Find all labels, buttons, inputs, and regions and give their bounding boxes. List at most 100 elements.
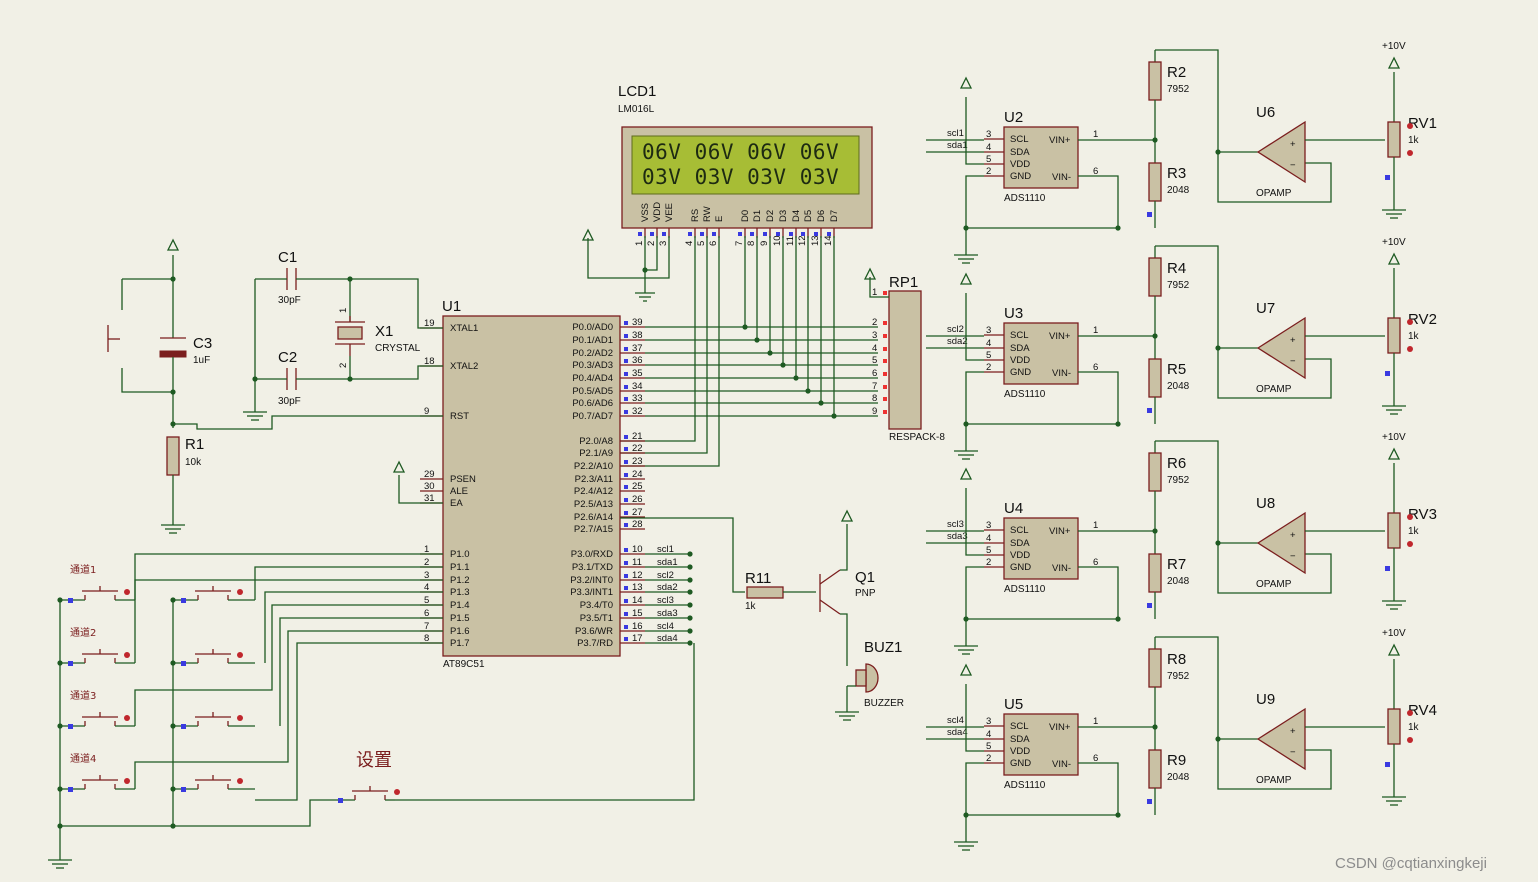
net-junction — [687, 577, 693, 583]
mcu-pin-label: P2.0/A8 — [579, 436, 613, 447]
adc-pin-label: VIN- — [1052, 172, 1071, 183]
adc-net-sda: sda3 — [947, 531, 968, 542]
lcd-pin-number: 5 — [696, 241, 707, 246]
pot-ref: RV2 — [1408, 311, 1437, 328]
lcd-pin-number: 1 — [634, 241, 645, 246]
adc-pin-label: VIN+ — [1049, 135, 1071, 146]
pin-marker — [68, 724, 73, 729]
pin-marker — [1385, 371, 1390, 376]
mcu-pin-number: 11 — [632, 557, 642, 568]
adc-pin-number: 4 — [986, 142, 991, 153]
adc-net-scl: scl2 — [947, 324, 964, 335]
lcd-wiring — [581, 228, 835, 467]
net-junction — [687, 615, 693, 621]
mcu-pin-number: 36 — [632, 355, 643, 366]
adc-channel-2[interactable]: U3ADS1110SCL3SDA4VDD5GND2VIN+VIN-16scl2s… — [926, 237, 1437, 460]
lcd-line-2: 03V 03V 03V 03V — [642, 165, 839, 189]
q1-ref: Q1 — [855, 569, 875, 586]
opamp-minus-sign: − — [1290, 747, 1296, 758]
junction — [1152, 528, 1158, 534]
adc-channel-1[interactable]: U2ADS1110SCL3SDA4VDD5GND2VIN+VIN-16scl1s… — [926, 41, 1437, 264]
pin-marker — [883, 410, 887, 414]
rp1-pin-number: 5 — [872, 355, 877, 366]
pin-marker — [624, 473, 628, 477]
supply-label: +10V — [1382, 41, 1406, 52]
adc-channel-3[interactable]: U4 ADS1110 SCL 3 SDA 4 VDD 5 GND 2 VIN+ VIN- 1 6 scl3s… — [926, 432, 1437, 655]
pin-marker — [883, 321, 887, 325]
adc-net-scl: scl3 — [947, 519, 964, 530]
pin-marker — [624, 410, 628, 414]
mcu-pin-number: 10 — [632, 544, 643, 555]
lcd-pin-label: D5 — [803, 210, 814, 222]
mcu-pin-number: 25 — [632, 481, 643, 492]
wire — [965, 293, 984, 361]
lcd-line-1: 06V 06V 06V 06V — [642, 140, 839, 164]
r-top-value: 7952 — [1167, 84, 1190, 95]
lcd-pin-number: 7 — [734, 241, 745, 246]
respack-rp1[interactable]: RP1 RESPACK-8 1 2 3 45 6 78 9 — [863, 267, 945, 443]
pin-marker — [124, 652, 130, 658]
pin-marker — [237, 778, 243, 784]
mcu-ref: U1 — [442, 298, 461, 315]
opamp-ref: U8 — [1256, 495, 1275, 512]
oscillator-section[interactable]: C1 30pF C2 30pF X1 CRYSTAL 1 2 C3 1uF R1… — [107, 238, 443, 534]
rp1-pin-numbers: 1 2 3 45 6 78 9 — [872, 287, 887, 417]
pin-marker — [1147, 408, 1152, 413]
mcu-pin-number: 26 — [632, 494, 643, 505]
adc-pin-number: 5 — [986, 350, 991, 361]
power-arrow — [1387, 447, 1401, 460]
lcd-module[interactable]: LCD1 LM016L 06V 06V 06V 06V 03V 03V 03V … — [618, 83, 873, 246]
pot-value: 1k — [1408, 526, 1420, 537]
pot-value: 1k — [1408, 135, 1420, 146]
r-bot-value: 2048 — [1167, 185, 1190, 196]
power-arrow — [1387, 252, 1401, 265]
mcu-right-pins: P0.0/AD0 39 P0.1/AD1 38 P0.2/AD2 37 P0.3/AD3 36… — [570, 317, 645, 649]
junction — [1115, 812, 1121, 818]
pin-marker — [624, 498, 628, 502]
junction — [1215, 540, 1221, 546]
r-bot-value: 2048 — [1167, 772, 1190, 783]
mcu-pin-number: 22 — [632, 443, 643, 454]
label-channel-3: 通道3 — [70, 689, 96, 702]
mcu-pin-label: P1.2 — [450, 575, 470, 586]
adc-ref: U2 — [1004, 109, 1023, 126]
mcu-pin-number: 28 — [632, 519, 643, 530]
lcd-pin-number: 14 — [823, 235, 834, 246]
lcd-pin-number: 6 — [708, 241, 719, 246]
resistor-bottom — [1148, 358, 1162, 398]
adc-ref: U3 — [1004, 305, 1023, 322]
lcd-pin-number: 11 — [785, 236, 796, 246]
pin-marker — [624, 321, 628, 325]
pin-marker — [712, 232, 716, 236]
adc-pin-number: 4 — [986, 338, 991, 349]
adc-channel-4[interactable]: U5 ADS1110 SCL 3 SDA 4 VDD 5 GND 2 VIN+ VIN- 1 6 scl4s… — [926, 628, 1437, 851]
x1-ref: X1 — [375, 323, 393, 340]
mcu-pin-label: P3.4/T0 — [580, 600, 613, 611]
junction — [1152, 333, 1158, 339]
pin-marker — [624, 485, 628, 489]
junction — [1115, 225, 1121, 231]
mcu-pin-label: P3.1/TXD — [572, 562, 613, 573]
pin-marker — [1147, 799, 1152, 804]
pot-ref: RV4 — [1408, 702, 1437, 719]
mcu-pin-label: P2.7/A15 — [574, 524, 613, 535]
mcu-at89c51[interactable]: U1 AT89C51 XTAL119XTAL218RST9PSEN29ALE30… — [420, 298, 693, 670]
label-channel-4: 通道4 — [70, 752, 96, 765]
power-arrow — [1387, 56, 1401, 69]
pin-marker — [624, 347, 628, 351]
adc-pin-label: SCL — [1010, 134, 1028, 145]
mcu-pin-number: 39 — [632, 317, 643, 328]
pin-marker — [827, 232, 831, 236]
adc-channels[interactable]: U2ADS1110SCL3SDA4VDD5GND2VIN+VIN-16scl1s… — [926, 41, 1437, 851]
pin-marker — [68, 661, 73, 666]
lcd-pin-number: 2 — [646, 241, 657, 246]
supply-label: +10V — [1382, 628, 1406, 639]
q1-value: PNP — [855, 588, 876, 599]
pot-body — [1387, 317, 1401, 354]
lcd-pin-label: D0 — [740, 210, 751, 222]
junction — [1215, 736, 1221, 742]
mcu-pin-number: 23 — [632, 456, 643, 467]
adc-pin-label: SCL — [1010, 525, 1028, 536]
opamp-ref: U9 — [1256, 691, 1275, 708]
pin-marker — [181, 661, 186, 666]
